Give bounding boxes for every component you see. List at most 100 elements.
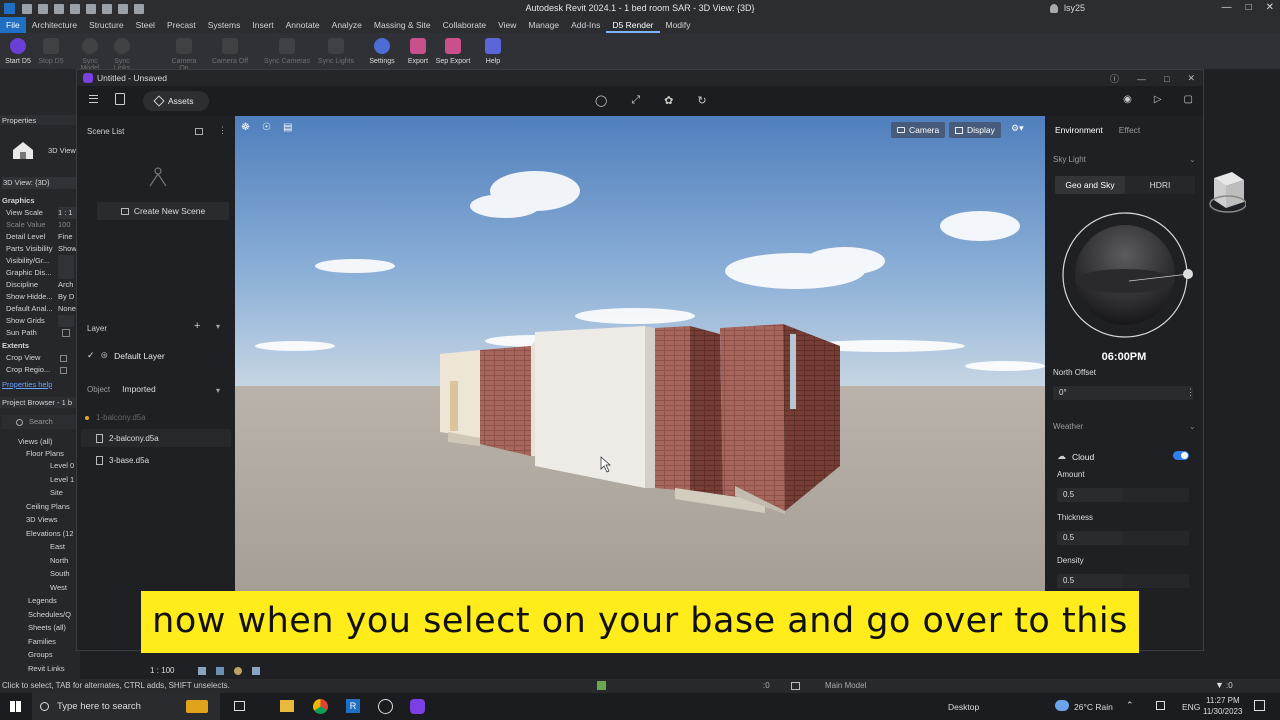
render-viewport[interactable]: ☸ ☉ ▤ Camera Display ⚙▾ [235,116,1045,606]
geo-sky-button[interactable]: Geo and Sky [1055,176,1125,194]
file-icon[interactable] [115,93,125,105]
main-model-label[interactable]: Main Model [825,681,866,690]
detail-level-icon[interactable] [198,666,207,675]
tab-structure[interactable]: Structure [83,17,130,33]
tree-item[interactable]: Level 1 [0,474,80,488]
tree-item[interactable]: Floor Plans [0,448,80,460]
menu-icon[interactable] [89,95,98,103]
image-icon[interactable]: ▤ [283,122,292,133]
layer-collapse-icon[interactable]: ▾ [216,322,220,331]
filter-icon[interactable]: ▼ [1215,680,1224,690]
camera-on-button[interactable]: Camera On [166,35,202,72]
cloud-toggle[interactable] [1173,451,1189,460]
globe-icon[interactable]: ☉ [262,122,271,133]
prop-value[interactable] [58,315,74,327]
layer-visibility-icon[interactable]: ⊛ [101,350,109,361]
view-selector[interactable]: 3D View: {3D} [2,177,76,189]
thickness-input[interactable]: 0.5 [1057,531,1123,545]
notifications-icon[interactable] [1254,700,1265,711]
shadows-icon[interactable] [252,666,261,675]
tree-item[interactable]: West [0,582,80,596]
object-item[interactable]: 1-balcony.d5a [85,413,225,422]
add-layer-icon[interactable]: + [194,320,200,332]
amount-input[interactable]: 0.5 [1057,488,1123,502]
task-view-icon[interactable] [234,701,245,711]
stop-d5-button[interactable]: Stop D5 [36,35,66,65]
sync-model-button[interactable]: Sync Model [74,35,106,72]
screenshot-icon[interactable]: ◉ [1123,94,1132,105]
tab-steel[interactable]: Steel [130,17,161,33]
clock-time[interactable]: 11:27 PM [1206,696,1240,705]
app-task-icon[interactable] [378,699,393,714]
default-layer-row[interactable]: ✓ ⊛ Default Layer [87,350,165,361]
tab-modify[interactable]: Modify [660,17,697,33]
tab-d5render[interactable]: D5 Render [606,17,660,33]
video-icon[interactable]: ▷ [1154,94,1162,105]
north-offset-more-icon[interactable]: ⋮ [1186,387,1195,398]
d5-close-icon[interactable]: ✕ [1187,73,1195,84]
tree-item[interactable]: Groups [0,649,80,663]
tab-architecture[interactable]: Architecture [26,17,83,33]
imported-label[interactable]: Imported [122,384,156,394]
object-item[interactable]: 2-balcony.d5a [81,429,231,447]
camera-off-button[interactable]: Camera Off [210,35,250,65]
tab-collaborate[interactable]: Collaborate [437,17,492,33]
refresh-icon[interactable]: ↻ [697,94,706,107]
thickness-slider[interactable] [1123,531,1189,545]
tree-item[interactable]: Families [0,636,80,650]
workset-icon[interactable] [597,681,606,690]
crop-view-checkbox[interactable] [60,354,67,362]
tab-analyze[interactable]: Analyze [326,17,368,33]
model-icon[interactable] [791,682,800,690]
tree-item[interactable]: Sheets (all) [0,622,80,636]
d5-maximize-icon[interactable]: □ [1164,74,1169,84]
tree-item[interactable]: Views (all) [0,436,80,448]
tree-item[interactable]: Revit Links [0,663,80,677]
viewcube[interactable] [1206,168,1247,220]
view-scale-label[interactable]: 1 : 100 [150,666,174,675]
tab-file[interactable]: File [0,17,26,33]
search-highlight-icon[interactable] [186,700,208,713]
crop-region-checkbox[interactable] [60,366,67,374]
tree-item[interactable]: Level 0 [0,460,80,474]
desktop-label[interactable]: Desktop [948,702,979,712]
help-button[interactable]: Help [480,35,506,65]
sync-cameras-button[interactable]: Sync Cameras [262,35,312,65]
chrome-icon[interactable] [313,699,328,714]
tab-addins[interactable]: Add-Ins [565,17,606,33]
prop-value[interactable]: Show [58,243,78,255]
tab-view[interactable]: View [492,17,522,33]
d5-minimize-icon[interactable]: — [1137,74,1146,84]
hdri-button[interactable]: HDRI [1125,180,1195,190]
minimize-icon[interactable]: — [1222,2,1232,13]
create-scene-button[interactable]: Create New Scene [97,202,229,220]
prop-value[interactable]: Fine [58,231,78,243]
path-tool-icon[interactable]: ⤢ [631,94,640,107]
scene-view-icon[interactable] [195,128,203,135]
tree-item[interactable]: South [0,568,80,582]
tab-manage[interactable]: Manage [522,17,565,33]
tree-item[interactable]: Schedules/Q [0,609,80,623]
revit-task-icon[interactable]: R [346,699,360,713]
tree-item[interactable]: 3D Views [0,514,80,528]
display-button[interactable]: Display [949,122,1001,138]
d5-task-icon[interactable] [410,699,425,714]
settings-button[interactable]: Settings [366,35,398,65]
sync-links-button[interactable]: Sync Links [106,35,138,72]
user-name[interactable]: lsy25 [1064,3,1085,13]
navigate-icon[interactable]: ☸ [241,122,250,133]
prop-value[interactable]: By D [58,291,78,303]
prop-value[interactable]: Arch [58,279,78,291]
sep-export-button[interactable]: Sep Export [434,35,472,65]
tab-massing[interactable]: Massing & Site [368,17,437,33]
tab-effect[interactable]: Effect [1119,125,1141,135]
user-icon[interactable] [1050,3,1058,13]
network-icon[interactable] [1156,701,1165,710]
clock-date[interactable]: 11/30/2023 [1203,707,1242,716]
visual-style-icon[interactable] [216,666,225,675]
tree-item[interactable]: Elevations (12 [0,528,80,542]
tree-item[interactable]: North [0,555,80,569]
prop-value[interactable] [58,255,74,267]
tree-item[interactable]: Site [0,487,80,501]
tab-environment[interactable]: Environment [1055,125,1103,135]
